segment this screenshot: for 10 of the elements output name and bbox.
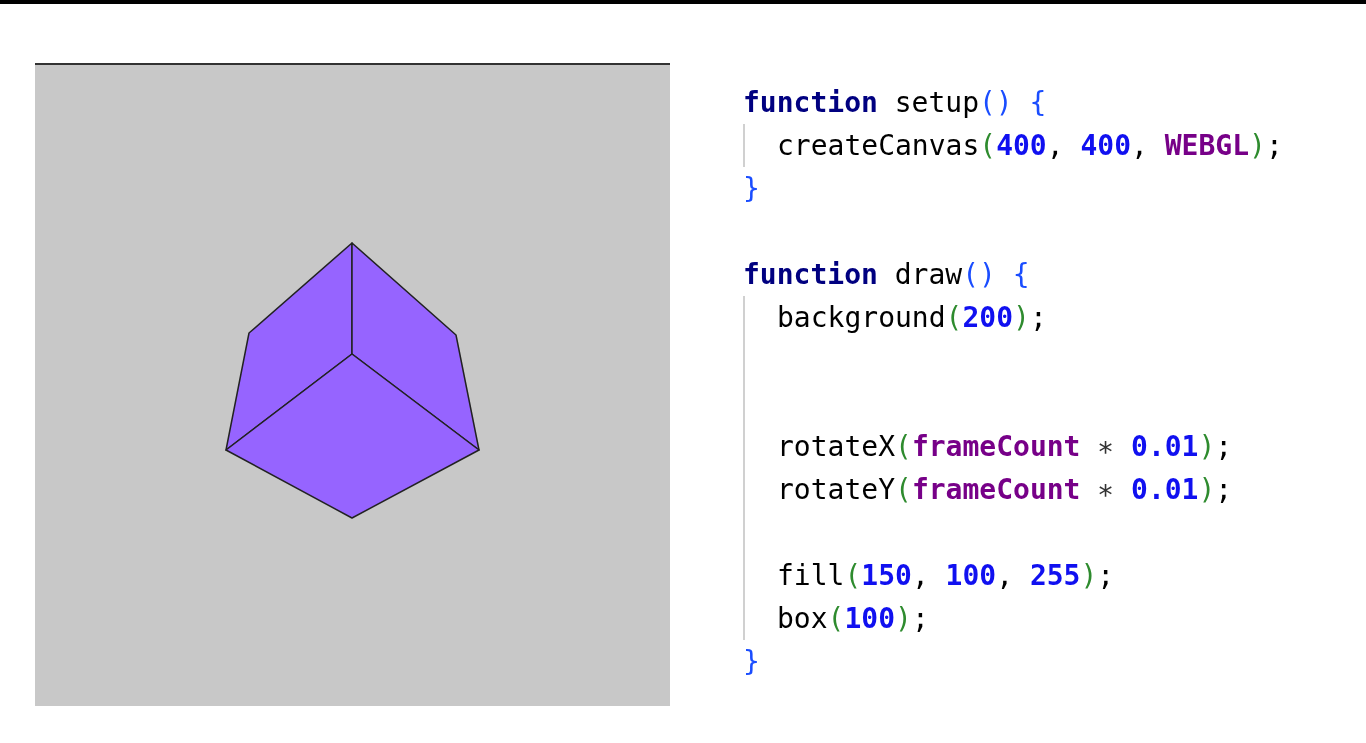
code-line: background(200); <box>777 300 1047 336</box>
code-line: rotateX(frameCount ∗ 0.01); <box>777 429 1233 465</box>
code-line: rotateY(frameCount ∗ 0.01); <box>777 472 1233 508</box>
code-line: createCanvas(400, 400, WEBGL); <box>777 128 1283 164</box>
code-line: function setup() { <box>743 85 1047 121</box>
code-line: function draw() { <box>743 257 1030 293</box>
code-line: fill(150, 100, 255); <box>777 558 1115 594</box>
code-line: } <box>743 171 760 207</box>
code-line: box(100); <box>777 601 929 637</box>
code-line: } <box>743 644 760 680</box>
